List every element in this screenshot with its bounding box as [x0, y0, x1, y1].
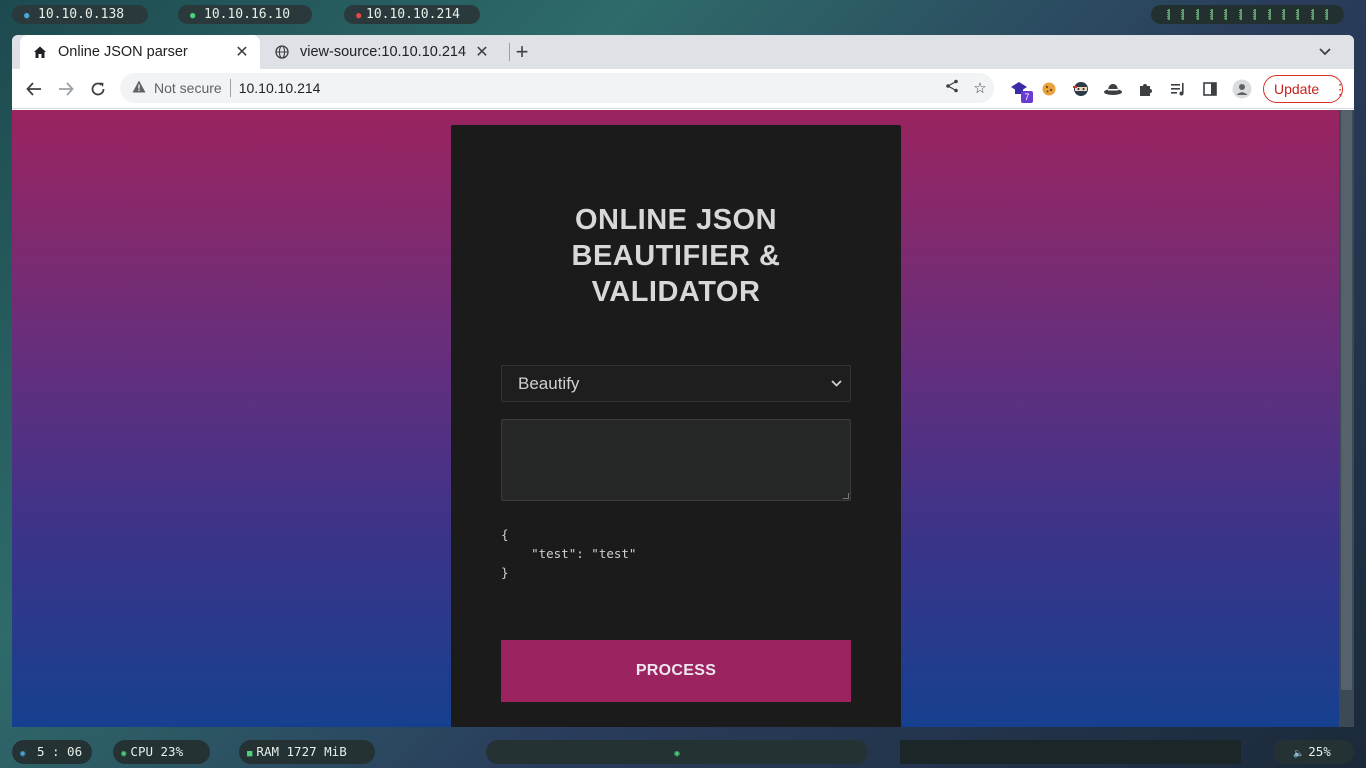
extension-hat-icon[interactable]: 7 [1007, 77, 1033, 103]
host-pill-1[interactable]: ● 10.10.0.138 [12, 5, 148, 24]
extension-hat2-icon[interactable] [1101, 77, 1125, 101]
omnibox-divider [229, 79, 231, 97]
active-window-dot-icon: ◉ [674, 749, 680, 759]
clock-text: 5 : 06 [36, 744, 83, 759]
bookmark-star-icon[interactable]: ☆ [966, 79, 994, 97]
user-icon: ● [24, 11, 30, 21]
json-output: { "test": "test" } [501, 527, 637, 580]
cpu-text: CPU 23% [130, 744, 184, 759]
workspace-dot[interactable] [1224, 9, 1228, 20]
page-title-line-2: BEAUTIFIER & [571, 240, 781, 272]
more-menu-icon[interactable]: ⋮ [1333, 81, 1347, 98]
json-tool-card: ONLINE JSON BEAUTIFIER & VALIDATOR Beaut… [451, 125, 901, 727]
ram-widget[interactable]: ■ RAM 1727 MiB [239, 740, 375, 764]
extensions-puzzle-icon[interactable] [1134, 77, 1158, 101]
media-queue-icon[interactable] [1166, 77, 1190, 101]
clock-icon: ◉ [20, 749, 26, 759]
host-pill-2[interactable]: ● 10.10.16.10 [178, 5, 312, 24]
cpu-widget[interactable]: ◉ CPU 23% [113, 740, 210, 764]
tab-search-chevron-icon[interactable] [1314, 41, 1336, 63]
scrollbar-thumb[interactable] [1341, 110, 1352, 690]
security-status-label[interactable]: Not secure [154, 80, 222, 96]
host-ip-3: 10.10.10.214 [366, 7, 460, 22]
extension-cookie-icon[interactable] [1037, 77, 1061, 101]
workspace-indicator[interactable] [1151, 5, 1344, 24]
volume-text: 25% [1308, 744, 1331, 759]
forward-arrow-icon[interactable] [52, 75, 80, 103]
target-icon: ● [356, 11, 362, 21]
workspace-dot[interactable] [1166, 9, 1170, 20]
mode-select[interactable]: Beautify [501, 365, 851, 402]
mode-select-value: Beautify [518, 373, 580, 393]
volume-widget[interactable]: 🔈 25% [1273, 740, 1354, 764]
process-button[interactable]: PROCESS [501, 640, 851, 702]
address-bar[interactable]: Not secure 10.10.10.214 ☆ [120, 73, 994, 103]
new-tab-button[interactable]: + [510, 39, 534, 64]
vpn-icon: ● [190, 11, 196, 21]
host-pill-3[interactable]: ● 10.10.10.214 [344, 5, 480, 24]
update-button[interactable]: Update ⋮ [1263, 75, 1347, 103]
side-panel-icon[interactable] [1198, 77, 1222, 101]
workspace-dot[interactable] [1238, 9, 1242, 20]
globe-icon [274, 44, 290, 60]
back-arrow-icon[interactable] [20, 75, 48, 103]
tab-online-json-parser[interactable]: Online JSON parser ✕ [20, 35, 260, 69]
workspace-dot[interactable] [1310, 9, 1314, 20]
page-title-line-3: VALIDATOR [591, 276, 761, 308]
close-tab-icon[interactable]: ✕ [232, 42, 252, 62]
browser-toolbar: Not secure 10.10.10.214 ☆ 7 Update ⋮ [12, 69, 1354, 109]
home-icon [32, 44, 48, 60]
workspace-dot[interactable] [1209, 9, 1213, 20]
volume-icon: 🔈 [1293, 749, 1305, 759]
url-text[interactable]: 10.10.10.214 [239, 80, 938, 96]
warning-icon[interactable] [132, 80, 146, 96]
workspace-dot[interactable] [1253, 9, 1257, 20]
tab-label: Online JSON parser [58, 44, 188, 60]
tab-view-source[interactable]: view-source:10.10.10.214 ✕ [262, 35, 500, 69]
update-label: Update [1274, 81, 1320, 97]
ram-text: RAM 1727 MiB [256, 744, 347, 759]
taskbar-tray [900, 740, 1241, 764]
browser-window: Online JSON parser ✕ view-source:10.10.1… [12, 35, 1354, 727]
page-title-line-1: ONLINE JSON [574, 204, 778, 236]
extension-ninja-icon[interactable] [1069, 77, 1093, 101]
taskbar-center[interactable]: ◉ [486, 740, 868, 764]
host-ip-1: 10.10.0.138 [38, 7, 125, 22]
workspace-dot[interactable] [1281, 9, 1285, 20]
chevron-down-icon [831, 378, 842, 390]
workspace-dot[interactable] [1195, 9, 1199, 20]
page-title: ONLINE JSON BEAUTIFIER & VALIDATOR [451, 202, 901, 310]
resize-handle-icon[interactable] [843, 493, 849, 499]
host-ip-2: 10.10.16.10 [204, 7, 291, 22]
cpu-icon: ◉ [121, 749, 127, 759]
clock-widget[interactable]: ◉ 5 : 06 [12, 740, 92, 764]
workspace-dot[interactable] [1296, 9, 1300, 20]
json-input-textarea[interactable] [501, 419, 851, 501]
page-viewport: ONLINE JSON BEAUTIFIER & VALIDATOR Beaut… [12, 110, 1339, 727]
workspace-dot[interactable] [1325, 9, 1329, 20]
workspace-dot[interactable] [1267, 9, 1271, 20]
profile-icon[interactable] [1230, 77, 1254, 101]
system-bottom-bar: ◉ 5 : 06 ◉ CPU 23% ■ RAM 1727 MiB ◉ 🔈 25% [0, 738, 1366, 768]
tab-label: view-source:10.10.10.214 [300, 44, 467, 60]
ram-icon: ■ [247, 749, 253, 759]
close-tab-icon[interactable]: ✕ [472, 42, 492, 62]
extension-badge: 7 [1021, 91, 1033, 103]
reload-icon[interactable] [84, 75, 112, 103]
tab-strip: Online JSON parser ✕ view-source:10.10.1… [12, 35, 1354, 69]
share-icon[interactable] [938, 79, 966, 97]
system-top-bar: ● 10.10.0.138 ● 10.10.16.10 ● 10.10.10.214 [0, 0, 1366, 30]
workspace-dot[interactable] [1181, 9, 1185, 20]
